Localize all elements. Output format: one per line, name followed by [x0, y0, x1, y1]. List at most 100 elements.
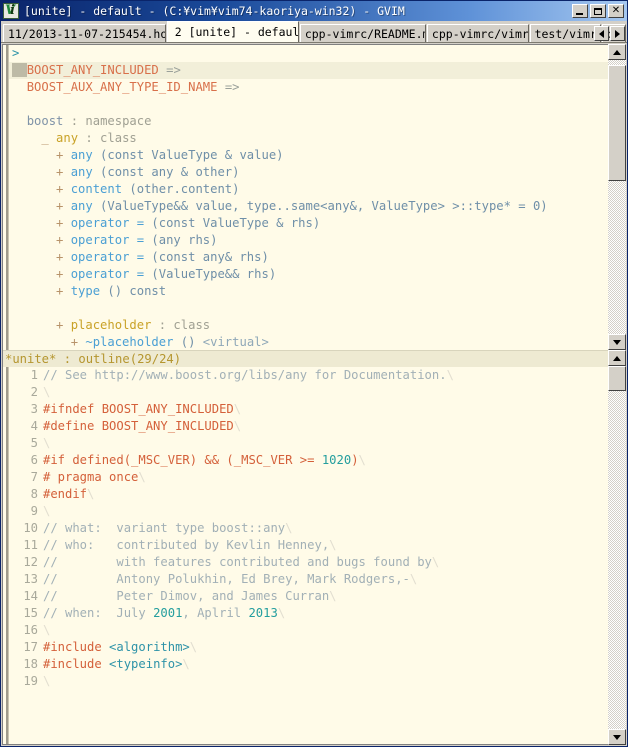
tab-cpp-vimrc-readme[interactable]: cpp-vimrc/README.md	[299, 24, 426, 42]
source-line-list: 1 // See http://www.boost.org/libs/any fo…	[3, 367, 608, 690]
source-text-segment: #if defined(_MSC_VER) && (_MSC_VER >=	[43, 453, 322, 467]
lower-scroll-thumb[interactable]	[608, 366, 626, 392]
unite-text-segment: :	[63, 114, 86, 128]
unite-text-segment: any	[70, 148, 93, 162]
unite-result-item[interactable]: + type () const	[3, 283, 608, 300]
source-text-segment: 2013	[248, 606, 278, 620]
unite-result-item[interactable]: + operator = (const any& rhs)	[3, 249, 608, 266]
source-text-segment: // what: variant type boost::any	[43, 521, 286, 535]
unite-result-item[interactable]: + any (ValueType&& value, type..same<any…	[3, 198, 608, 215]
source-text-segment: \	[43, 674, 51, 688]
source-text-segment: // with features contributed and bugs fo…	[43, 555, 432, 569]
source-line[interactable]: 3 #ifndef BOOST_ANY_INCLUDED\	[3, 401, 608, 418]
source-line[interactable]: 10 // what: variant type boost::any\	[3, 520, 608, 537]
unite-text-segment: <virtual>	[202, 335, 269, 349]
source-text-segment: # pragma once	[43, 470, 139, 484]
window-controls: ✕	[572, 4, 624, 18]
source-line[interactable]: 13 // Antony Polukhin, Ed Brey, Mark Rodg…	[3, 571, 608, 588]
lower-scroll-up-icon[interactable]	[608, 350, 626, 366]
unite-result-item[interactable]: BOOST_AUX_ANY_TYPE_ID_NAME =>	[3, 79, 608, 96]
line-number: 11	[23, 538, 38, 552]
source-line[interactable]: 7 # pragma once\	[3, 469, 608, 486]
source-line[interactable]: 16 \	[3, 622, 608, 639]
source-text-segment: \	[189, 640, 198, 654]
unite-text-segment: +	[12, 284, 71, 298]
source-text-segment: , Aplril	[182, 606, 249, 620]
unite-text-segment: placeholder	[70, 318, 152, 332]
source-text-segment: \	[43, 504, 51, 518]
source-line[interactable]: 15 // when: July 2001, Aplril 2013\	[3, 605, 608, 622]
unite-result-item[interactable]: + content (other.content)	[3, 181, 608, 198]
source-line[interactable]: 8 #endif\	[3, 486, 608, 503]
lower-scrollbar[interactable]	[608, 350, 626, 745]
tab-scroll-left-icon[interactable]	[594, 26, 609, 41]
close-button[interactable]: ✕	[608, 4, 624, 18]
upper-scrollbar[interactable]	[608, 44, 626, 350]
line-number: 7	[30, 470, 38, 484]
unite-prompt-line[interactable]: >	[3, 45, 608, 62]
unite-result-item[interactable]: + operator = (ValueType&& rhs)	[3, 266, 608, 283]
unite-outline-buffer[interactable]: > BOOST_ANY_INCLUDED => BOOST_AUX_ANY_TY…	[3, 45, 608, 350]
line-number: 10	[23, 521, 38, 535]
line-number: 12	[23, 555, 38, 569]
source-line[interactable]: 19 \	[3, 673, 608, 690]
maximize-button[interactable]	[590, 4, 606, 18]
source-line[interactable]: 17 #include <algorithm>\	[3, 639, 608, 656]
source-line[interactable]: 5 \	[3, 435, 608, 452]
source-line[interactable]: 4 #define BOOST_ANY_INCLUDED\	[3, 418, 608, 435]
source-text-segment: \	[431, 555, 440, 569]
tab-unite-default[interactable]: 2 [unite] - default	[166, 21, 299, 42]
source-line[interactable]: 9 \	[3, 503, 608, 520]
unite-text-segment	[12, 80, 27, 94]
source-line[interactable]: 6 #if defined(_MSC_VER) && (_MSC_VER >= 1…	[3, 452, 608, 469]
unite-text-segment: +	[12, 216, 71, 230]
tab-scroll-controls	[594, 26, 625, 41]
unite-result-item[interactable]	[3, 96, 608, 113]
lower-scroll-down-icon[interactable]	[608, 729, 626, 745]
upper-scroll-down-icon[interactable]	[608, 334, 626, 350]
source-text-segment: 2001	[153, 606, 183, 620]
unite-text-segment: : class	[78, 131, 137, 145]
unite-text-segment: type	[70, 284, 101, 298]
upper-scroll-up-icon[interactable]	[608, 44, 626, 60]
upper-scroll-track[interactable]	[608, 60, 626, 334]
unite-text-segment: +	[12, 233, 71, 247]
pane-gutter	[3, 45, 9, 350]
unite-result-item[interactable]: + operator = (const ValueType & rhs)	[3, 215, 608, 232]
unite-result-item[interactable]: + ~placeholder () <virtual>	[3, 334, 608, 350]
source-line[interactable]: 11 // who: contributed by Kevlin Henney,\	[3, 537, 608, 554]
lower-scroll-track[interactable]	[608, 366, 626, 729]
unite-text-segment: content	[70, 182, 123, 196]
tab-scroll-right-icon[interactable]	[610, 26, 625, 41]
unite-result-item[interactable]: boost : namespace	[3, 113, 608, 130]
gvim-window: Vi [unite] - default - (C:¥vim¥vim74-kao…	[0, 0, 628, 747]
source-text-segment: \	[285, 521, 293, 535]
source-text-segment: <algorithm>	[109, 640, 190, 654]
source-line[interactable]: 14 // Peter Dimov, and James Curran\	[3, 588, 608, 605]
unite-result-item[interactable]: _ any : class	[3, 130, 608, 147]
unite-result-item[interactable]: BOOST_ANY_INCLUDED =>	[3, 62, 608, 79]
unite-text-segment: : class	[151, 318, 211, 332]
source-line[interactable]: 18 #include <typeinfo>\	[3, 656, 608, 673]
source-line[interactable]: 12 // with features contributed and bugs …	[3, 554, 608, 571]
unite-result-item[interactable]: + placeholder : class	[3, 317, 608, 334]
unite-text-segment: (const any& rhs)	[144, 250, 269, 264]
tab-test-vimrc[interactable]: test/vimrc	[529, 24, 601, 42]
upper-scroll-thumb[interactable]	[608, 65, 626, 181]
source-buffer[interactable]: 1 // See http://www.boost.org/libs/any fo…	[3, 367, 608, 744]
tab-cpp-vimrc-vimrc[interactable]: cpp-vimrc/vimrc	[426, 24, 529, 42]
source-text-segment: // Antony Polukhin, Ed Brey, Mark Rodger…	[43, 572, 410, 586]
minimize-button[interactable]	[572, 4, 588, 18]
source-text-segment: \	[446, 368, 454, 382]
source-line[interactable]: 1 // See http://www.boost.org/libs/any fo…	[3, 367, 608, 384]
tab-howm[interactable]: 11/2013-11-07-215454.howm	[3, 24, 166, 42]
line-number: 4	[30, 419, 38, 433]
unite-result-item[interactable]: + any (const ValueType & value)	[3, 147, 608, 164]
unite-result-list: BOOST_ANY_INCLUDED => BOOST_AUX_ANY_TYPE…	[3, 62, 608, 350]
unite-result-item[interactable]: + operator = (any rhs)	[3, 232, 608, 249]
source-line[interactable]: 2 \	[3, 384, 608, 401]
unite-text-segment: +	[12, 148, 71, 162]
source-text-segment: \	[138, 470, 146, 484]
unite-result-item[interactable]	[3, 300, 608, 317]
unite-result-item[interactable]: + any (const any & other)	[3, 164, 608, 181]
